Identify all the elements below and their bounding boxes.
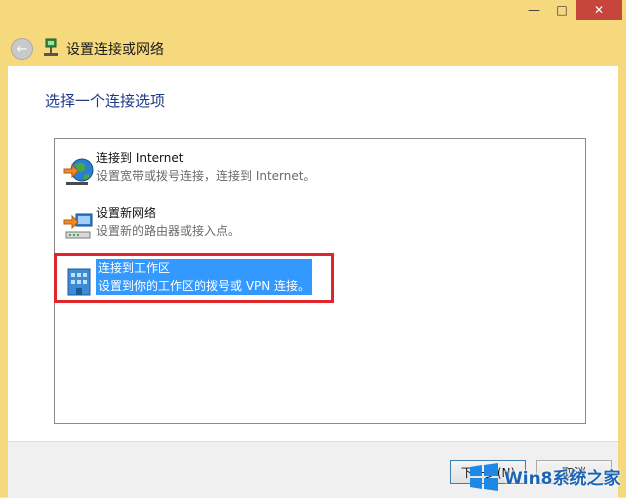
close-button[interactable]: ✕ (576, 0, 622, 20)
option-title: 设置新网络 (96, 206, 157, 220)
wizard-nav-bar: ← 设置连接或网络 (8, 32, 618, 66)
option-description: 设置宽带或拨号连接，连接到 Internet。 (96, 169, 316, 183)
watermark: Win8系统之家 (466, 456, 626, 497)
back-button[interactable]: ← (11, 38, 33, 60)
windows-logo-icon (470, 462, 498, 491)
title-bar: — □ ✕ (0, 0, 626, 28)
internet-globe-icon (63, 158, 94, 185)
option-title: 连接到工作区 (98, 261, 171, 275)
wizard-window: — □ ✕ ← 设置连接或网络 选择一个连接选项 连接到 Internet 设置… (0, 0, 626, 498)
option-setup-network[interactable]: 设置新网络 设置新的路由器或接入点。 (60, 204, 580, 250)
watermark-text: Win8系统之家 (504, 469, 621, 489)
option-connect-workplace[interactable]: 连接到工作区 设置到你的工作区的拨号或 VPN 连接。 (60, 259, 580, 305)
wizard-title: 设置连接或网络 (66, 42, 164, 58)
option-description: 设置到你的工作区的拨号或 VPN 连接。 (98, 279, 311, 293)
option-connect-internet[interactable]: 连接到 Internet 设置宽带或拨号连接，连接到 Internet。 (60, 149, 580, 195)
page-heading: 选择一个连接选项 (45, 92, 166, 110)
option-text: 连接到 Internet 设置宽带或拨号连接，连接到 Internet。 (96, 149, 315, 185)
wizard-content: 选择一个连接选项 连接到 Internet 设置宽带或拨号连接，连接到 Inte… (8, 66, 618, 441)
option-description: 设置新的路由器或接入点。 (96, 224, 241, 238)
option-text: 设置新网络 设置新的路由器或接入点。 (96, 204, 240, 240)
network-router-icon (63, 213, 93, 239)
minimize-button[interactable]: — (520, 0, 548, 20)
option-title: 连接到 Internet (96, 151, 184, 165)
maximize-button[interactable]: □ (548, 0, 576, 20)
option-text: 连接到工作区 设置到你的工作区的拨号或 VPN 连接。 (96, 259, 313, 295)
connection-options-list: 连接到 Internet 设置宽带或拨号连接，连接到 Internet。 设置新… (54, 138, 586, 424)
network-setup-icon (44, 38, 58, 56)
workplace-building-icon (67, 268, 91, 296)
